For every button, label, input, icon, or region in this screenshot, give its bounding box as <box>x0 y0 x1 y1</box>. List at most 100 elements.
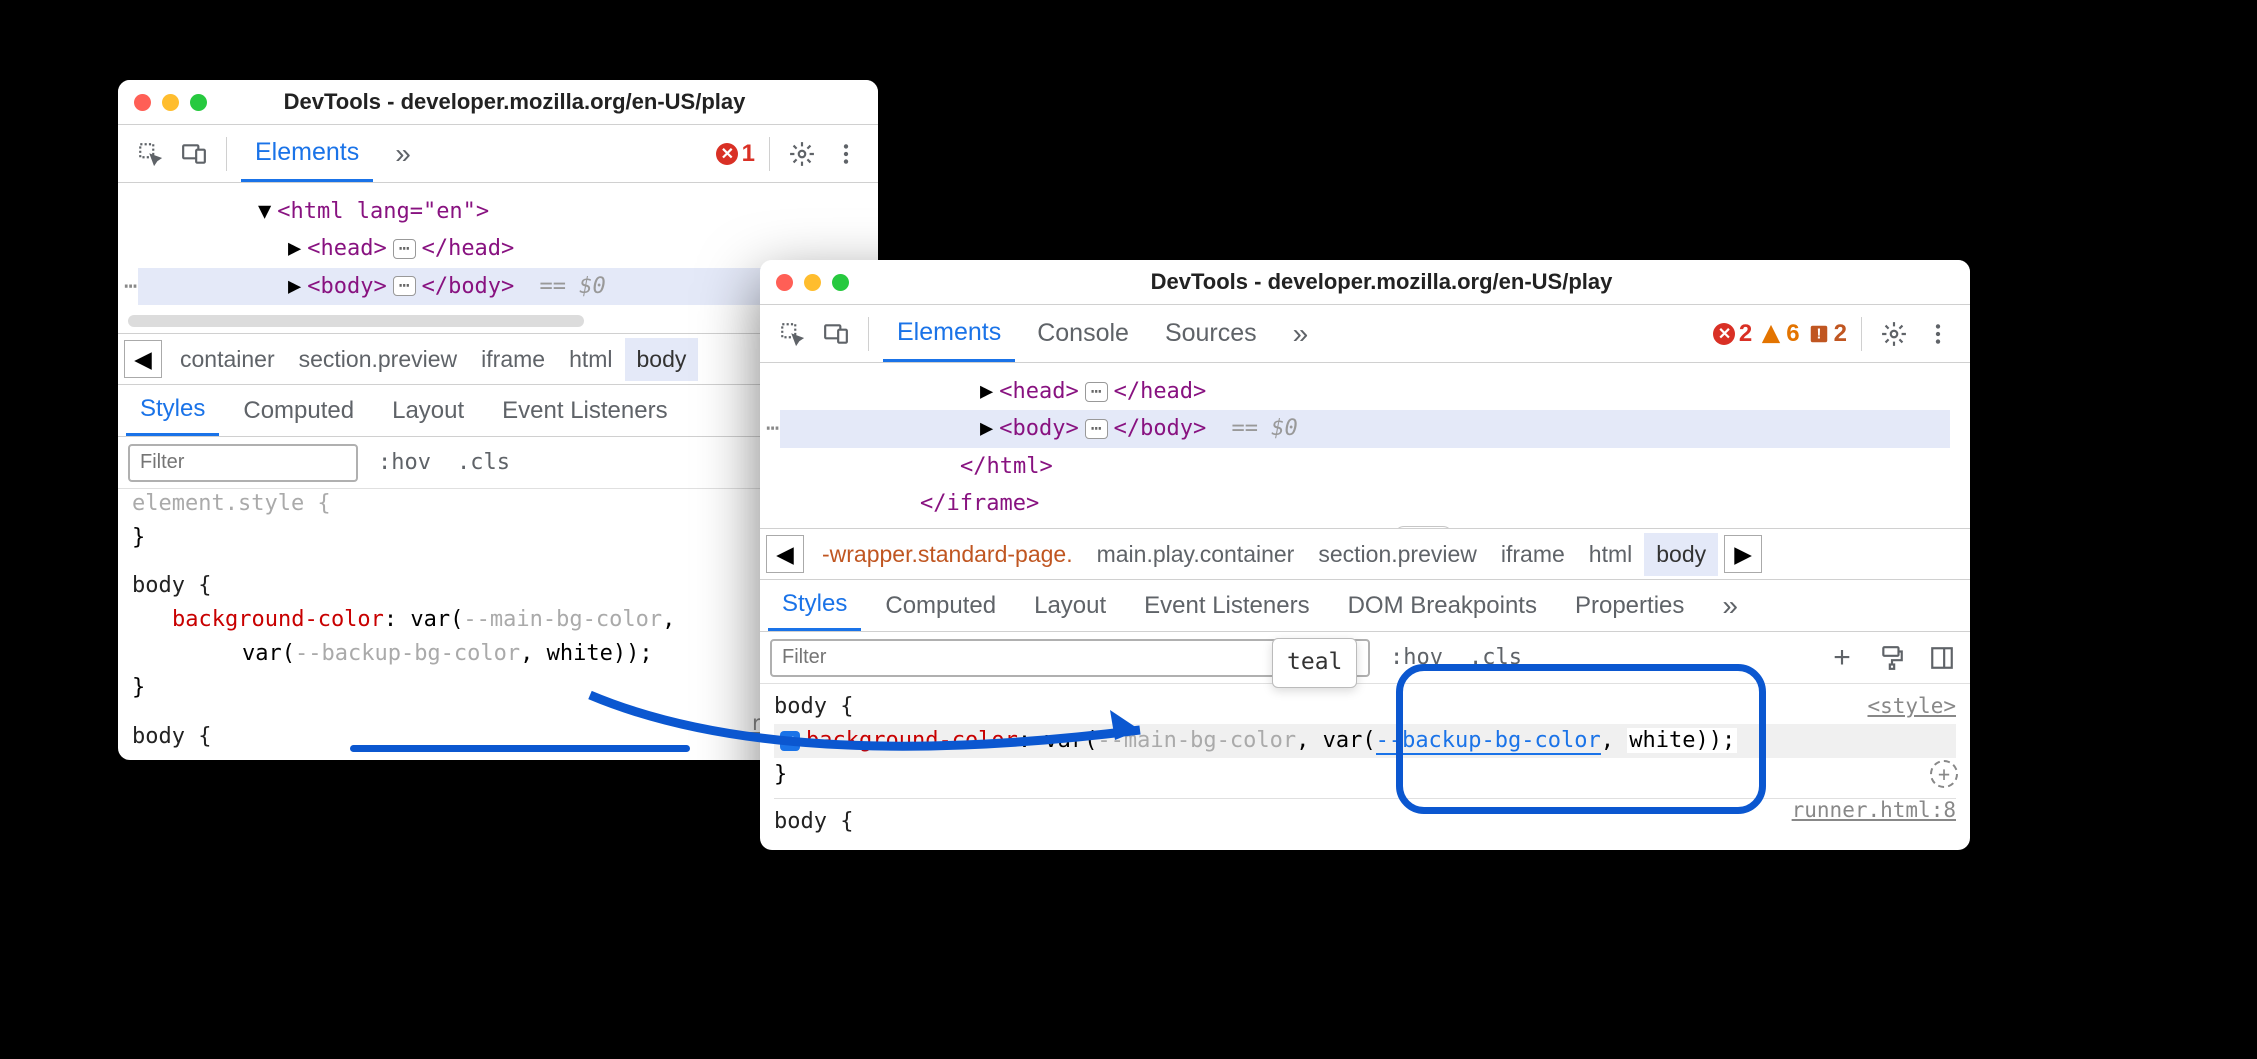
cls-toggle[interactable]: .cls <box>451 446 516 479</box>
dom-tree[interactable]: ▶<head>⋯</head> ⋯▶<body>⋯</body> == $0 <… <box>760 363 1970 528</box>
fallback-value[interactable]: white)); <box>1627 728 1737 753</box>
dom-iframe-close[interactable]: </iframe> <box>920 485 1039 522</box>
subtab-event-listeners[interactable]: Event Listeners <box>488 387 681 435</box>
cls-toggle[interactable]: .cls <box>1463 641 1528 674</box>
collapse-badge[interactable]: ⋯ <box>393 239 416 259</box>
subtab-layout[interactable]: Layout <box>378 387 478 435</box>
titlebar: DevTools - developer.mozilla.org/en-US/p… <box>760 260 1970 305</box>
minimize-window[interactable] <box>804 274 821 291</box>
hov-toggle[interactable]: :hov <box>372 446 437 479</box>
source-link[interactable]: <style> <box>1867 690 1956 723</box>
selected-marker: == $0 <box>1232 410 1298 447</box>
devtools-toolbar: Elements » ✕1 <box>118 125 878 183</box>
dom-html-tag[interactable]: <html lang="en"> <box>277 193 489 230</box>
subtab-event-listeners[interactable]: Event Listeners <box>1130 582 1323 630</box>
css-property[interactable]: background-color <box>806 728 1018 753</box>
crumb-html[interactable]: html <box>557 338 624 381</box>
css-var-1[interactable]: --main-bg-color <box>463 607 662 632</box>
breadcrumb-bar: ◀ -wrapper.standard-page. main.play.cont… <box>760 528 1970 580</box>
settings-icon[interactable] <box>784 136 820 172</box>
kebab-menu-icon[interactable] <box>1920 316 1956 352</box>
crumb-html[interactable]: html <box>1577 533 1644 576</box>
breadcrumb-prev[interactable]: ◀ <box>124 340 162 378</box>
fullscreen-window[interactable] <box>832 274 849 291</box>
css-var-1[interactable]: --main-bg-color <box>1097 728 1296 753</box>
css-selector-2[interactable]: body { <box>774 805 1956 839</box>
crumb-container[interactable]: container <box>168 338 287 381</box>
styles-filter-bar: :hov .cls + <box>760 632 1970 684</box>
crumb-body[interactable]: body <box>625 338 699 381</box>
flex-badge[interactable]: flex <box>1394 526 1453 528</box>
breadcrumb-next[interactable]: ▶ <box>1724 535 1762 573</box>
crumb-section[interactable]: section.preview <box>1306 533 1489 576</box>
dom-html-close[interactable]: </html> <box>960 448 1053 485</box>
styles-filter-input[interactable] <box>128 444 358 482</box>
tab-elements[interactable]: Elements <box>883 306 1015 362</box>
styles-subtabs: Styles Computed Layout Event Listeners D… <box>760 580 1970 632</box>
breadcrumb-prev[interactable]: ◀ <box>766 535 804 573</box>
error-count: 1 <box>742 140 755 168</box>
kebab-menu-icon[interactable] <box>828 136 864 172</box>
crumb-section[interactable]: section.preview <box>287 338 470 381</box>
css-selector[interactable]: body { <box>774 690 1956 724</box>
tab-sources[interactable]: Sources <box>1151 307 1271 360</box>
error-badge[interactable]: ✕1 <box>716 140 755 168</box>
crumb-iframe[interactable]: iframe <box>469 338 557 381</box>
element-style-rule[interactable]: element.style { <box>132 487 864 521</box>
property-checkbox[interactable]: ✓ <box>780 731 800 751</box>
crumb-iframe[interactable]: iframe <box>1489 533 1577 576</box>
dom-head-tag[interactable]: <head> <box>307 230 386 267</box>
device-toggle-icon[interactable] <box>176 136 212 172</box>
error-badge[interactable]: ✕2 <box>1713 320 1752 348</box>
warning-count: 6 <box>1786 320 1799 348</box>
css-var-link[interactable]: --backup-bg-color <box>1376 728 1601 755</box>
tab-console[interactable]: Console <box>1023 307 1143 360</box>
devtools-window-right: DevTools - developer.mozilla.org/en-US/p… <box>760 260 1970 850</box>
toolbar-more-tabs[interactable]: » <box>381 126 425 182</box>
info-count: 2 <box>1834 320 1847 348</box>
new-rule-icon[interactable]: + <box>1824 640 1860 676</box>
computed-panel-icon[interactable] <box>1924 640 1960 676</box>
dom-head-tag[interactable]: <head> <box>999 373 1078 410</box>
css-property[interactable]: background-color <box>172 607 384 632</box>
hov-toggle[interactable]: :hov <box>1384 641 1449 674</box>
subtab-computed[interactable]: Computed <box>229 387 368 435</box>
subtab-dom-breakpoints[interactable]: DOM Breakpoints <box>1334 582 1551 630</box>
css-selector[interactable]: body { <box>132 569 864 603</box>
minimize-window[interactable] <box>162 94 179 111</box>
subtab-styles[interactable]: Styles <box>126 385 219 436</box>
subtabs-more[interactable]: » <box>1708 580 1752 632</box>
crumb-wrapper[interactable]: -wrapper.standard-page. <box>810 533 1085 576</box>
window-title: DevTools - developer.mozilla.org/en-US/p… <box>227 89 802 115</box>
subtab-computed[interactable]: Computed <box>871 582 1010 630</box>
titlebar: DevTools - developer.mozilla.org/en-US/p… <box>118 80 878 125</box>
settings-icon[interactable] <box>1876 316 1912 352</box>
inspect-element-icon[interactable] <box>132 136 168 172</box>
toolbar-more-tabs[interactable]: » <box>1279 306 1323 362</box>
subtab-styles[interactable]: Styles <box>768 580 861 631</box>
dom-body-tag[interactable]: <body> <box>307 268 386 305</box>
window-title: DevTools - developer.mozilla.org/en-US/p… <box>869 269 1894 295</box>
tab-elements[interactable]: Elements <box>241 126 373 182</box>
devtools-toolbar: Elements Console Sources » ✕2 6 ! 2 <box>760 305 1970 363</box>
line-overflow-icon: ⋯ <box>766 410 779 447</box>
device-toggle-icon[interactable] <box>818 316 854 352</box>
add-property-icon[interactable]: + <box>1930 760 1958 788</box>
crumb-body[interactable]: body <box>1644 533 1718 576</box>
close-window[interactable] <box>776 274 793 291</box>
subtab-layout[interactable]: Layout <box>1020 582 1120 630</box>
close-window[interactable] <box>134 94 151 111</box>
paint-icon[interactable] <box>1874 640 1910 676</box>
styles-pane[interactable]: <style> body { ✓background-color: var(--… <box>760 684 1970 845</box>
fullscreen-window[interactable] <box>190 94 207 111</box>
crumb-main[interactable]: main.play.container <box>1085 533 1307 576</box>
selected-marker: == $0 <box>540 268 606 305</box>
css-var-2[interactable]: --backup-bg-color <box>295 641 520 666</box>
subtab-properties[interactable]: Properties <box>1561 582 1698 630</box>
info-badge[interactable]: ! 2 <box>1808 320 1847 348</box>
source-link-2[interactable]: runner.html:8 <box>1792 794 1956 827</box>
dom-body-tag[interactable]: <body> <box>999 410 1078 447</box>
inspect-element-icon[interactable] <box>774 316 810 352</box>
horizontal-scrollbar[interactable] <box>128 315 584 327</box>
warning-badge[interactable]: 6 <box>1760 320 1799 348</box>
